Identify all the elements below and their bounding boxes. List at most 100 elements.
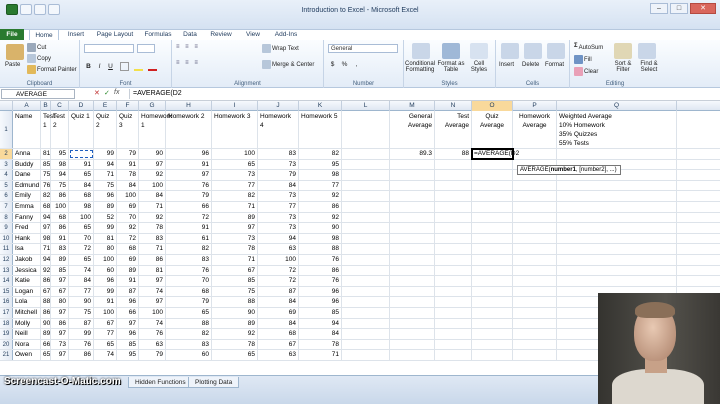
- cell[interactable]: [342, 339, 390, 350]
- cell[interactable]: [390, 265, 435, 276]
- cell[interactable]: 70: [117, 212, 139, 223]
- cell[interactable]: 95: [117, 350, 139, 360]
- cell[interactable]: [390, 318, 435, 329]
- header-cell-j[interactable]: Homework 4: [258, 111, 299, 148]
- cell[interactable]: 86: [139, 255, 166, 265]
- cell[interactable]: 70: [166, 276, 212, 286]
- cell[interactable]: [472, 170, 513, 180]
- cell[interactable]: 68: [69, 191, 94, 201]
- comma-button[interactable]: ,: [352, 60, 361, 69]
- cell[interactable]: 97: [41, 223, 51, 233]
- header-cell-h[interactable]: Homework 2: [166, 111, 212, 148]
- cell[interactable]: 85: [41, 159, 51, 170]
- cell[interactable]: 90: [41, 318, 51, 329]
- cell[interactable]: [390, 191, 435, 201]
- cell[interactable]: 86: [69, 350, 94, 360]
- row-header[interactable]: 5: [0, 180, 13, 191]
- cell[interactable]: [390, 255, 435, 265]
- cell[interactable]: 98: [41, 233, 51, 244]
- cell[interactable]: 83: [258, 149, 299, 159]
- cell[interactable]: 80: [51, 297, 69, 307]
- format-button[interactable]: Format: [545, 62, 564, 68]
- cell[interactable]: 84: [117, 180, 139, 191]
- cell[interactable]: [390, 202, 435, 212]
- column-header-l[interactable]: L: [342, 101, 390, 111]
- cell[interactable]: 78: [117, 170, 139, 180]
- cell[interactable]: 76: [69, 339, 94, 350]
- tab-view[interactable]: View: [241, 29, 265, 40]
- cell[interactable]: 72: [258, 276, 299, 286]
- copy-button[interactable]: Copy: [27, 54, 51, 63]
- cell[interactable]: [513, 308, 557, 318]
- row-header[interactable]: 7: [0, 202, 13, 212]
- cell[interactable]: 82: [41, 191, 51, 201]
- cell[interactable]: 83: [166, 255, 212, 265]
- cell[interactable]: 89: [51, 255, 69, 265]
- cell[interactable]: [513, 286, 557, 297]
- cell[interactable]: [342, 308, 390, 318]
- cell[interactable]: 72: [117, 233, 139, 244]
- cell[interactable]: [435, 308, 472, 318]
- row-header[interactable]: 13: [0, 265, 13, 276]
- cell[interactable]: [342, 255, 390, 265]
- cell[interactable]: [435, 202, 472, 212]
- underline-button[interactable]: U: [106, 62, 115, 71]
- cell[interactable]: 95: [51, 149, 69, 159]
- cell[interactable]: 94: [41, 212, 51, 223]
- cell[interactable]: 100: [51, 202, 69, 212]
- cell[interactable]: 92: [139, 212, 166, 223]
- wrap-text-button[interactable]: Wrap Text: [262, 44, 299, 53]
- cell[interactable]: [435, 265, 472, 276]
- cell[interactable]: 83: [139, 233, 166, 244]
- cell[interactable]: 63: [139, 339, 166, 350]
- cell[interactable]: 76: [41, 180, 51, 191]
- cell[interactable]: 100: [94, 308, 117, 318]
- cell[interactable]: [472, 244, 513, 254]
- cell[interactable]: 91: [166, 159, 212, 170]
- cell[interactable]: [390, 308, 435, 318]
- cell[interactable]: 71: [212, 255, 258, 265]
- cell[interactable]: 65: [94, 339, 117, 350]
- cell[interactable]: [513, 350, 557, 360]
- cell[interactable]: [342, 244, 390, 254]
- cell[interactable]: 72: [258, 265, 299, 276]
- cell[interactable]: 69: [117, 255, 139, 265]
- cell[interactable]: [342, 212, 390, 223]
- find-select-button[interactable]: Find & Select: [636, 61, 662, 73]
- cell[interactable]: 97: [51, 276, 69, 286]
- cell[interactable]: 82: [299, 149, 342, 159]
- close-button[interactable]: ✕: [690, 3, 716, 14]
- cell[interactable]: 70: [69, 233, 94, 244]
- cell[interactable]: 97: [139, 159, 166, 170]
- header-cell-k[interactable]: Homework 5: [299, 111, 342, 148]
- cell[interactable]: 98: [299, 233, 342, 244]
- cell[interactable]: [472, 339, 513, 350]
- cell[interactable]: 91: [51, 233, 69, 244]
- cell[interactable]: [472, 233, 513, 244]
- cell[interactable]: 84: [69, 276, 94, 286]
- cell[interactable]: 87: [117, 286, 139, 297]
- cell[interactable]: Emily: [13, 191, 41, 201]
- paste-button[interactable]: Paste: [5, 62, 20, 68]
- cell[interactable]: [557, 149, 677, 159]
- cell[interactable]: Dane: [13, 170, 41, 180]
- cell[interactable]: 75: [41, 170, 51, 180]
- cell[interactable]: [513, 318, 557, 329]
- cell[interactable]: [513, 339, 557, 350]
- cell[interactable]: 100: [69, 212, 94, 223]
- cell[interactable]: 68: [166, 286, 212, 297]
- header-cell-e[interactable]: Quiz 2: [94, 111, 117, 148]
- cell[interactable]: [390, 244, 435, 254]
- cell[interactable]: 95: [299, 159, 342, 170]
- cell[interactable]: 92: [139, 170, 166, 180]
- cell[interactable]: 81: [139, 265, 166, 276]
- cell[interactable]: 96: [117, 297, 139, 307]
- cell[interactable]: [513, 180, 557, 191]
- column-header-j[interactable]: J: [258, 101, 299, 111]
- cell[interactable]: [557, 233, 677, 244]
- cell[interactable]: [390, 180, 435, 191]
- column-header-q[interactable]: Q: [557, 101, 677, 111]
- cell[interactable]: [390, 276, 435, 286]
- cell[interactable]: [472, 318, 513, 329]
- cell[interactable]: 80: [94, 244, 117, 254]
